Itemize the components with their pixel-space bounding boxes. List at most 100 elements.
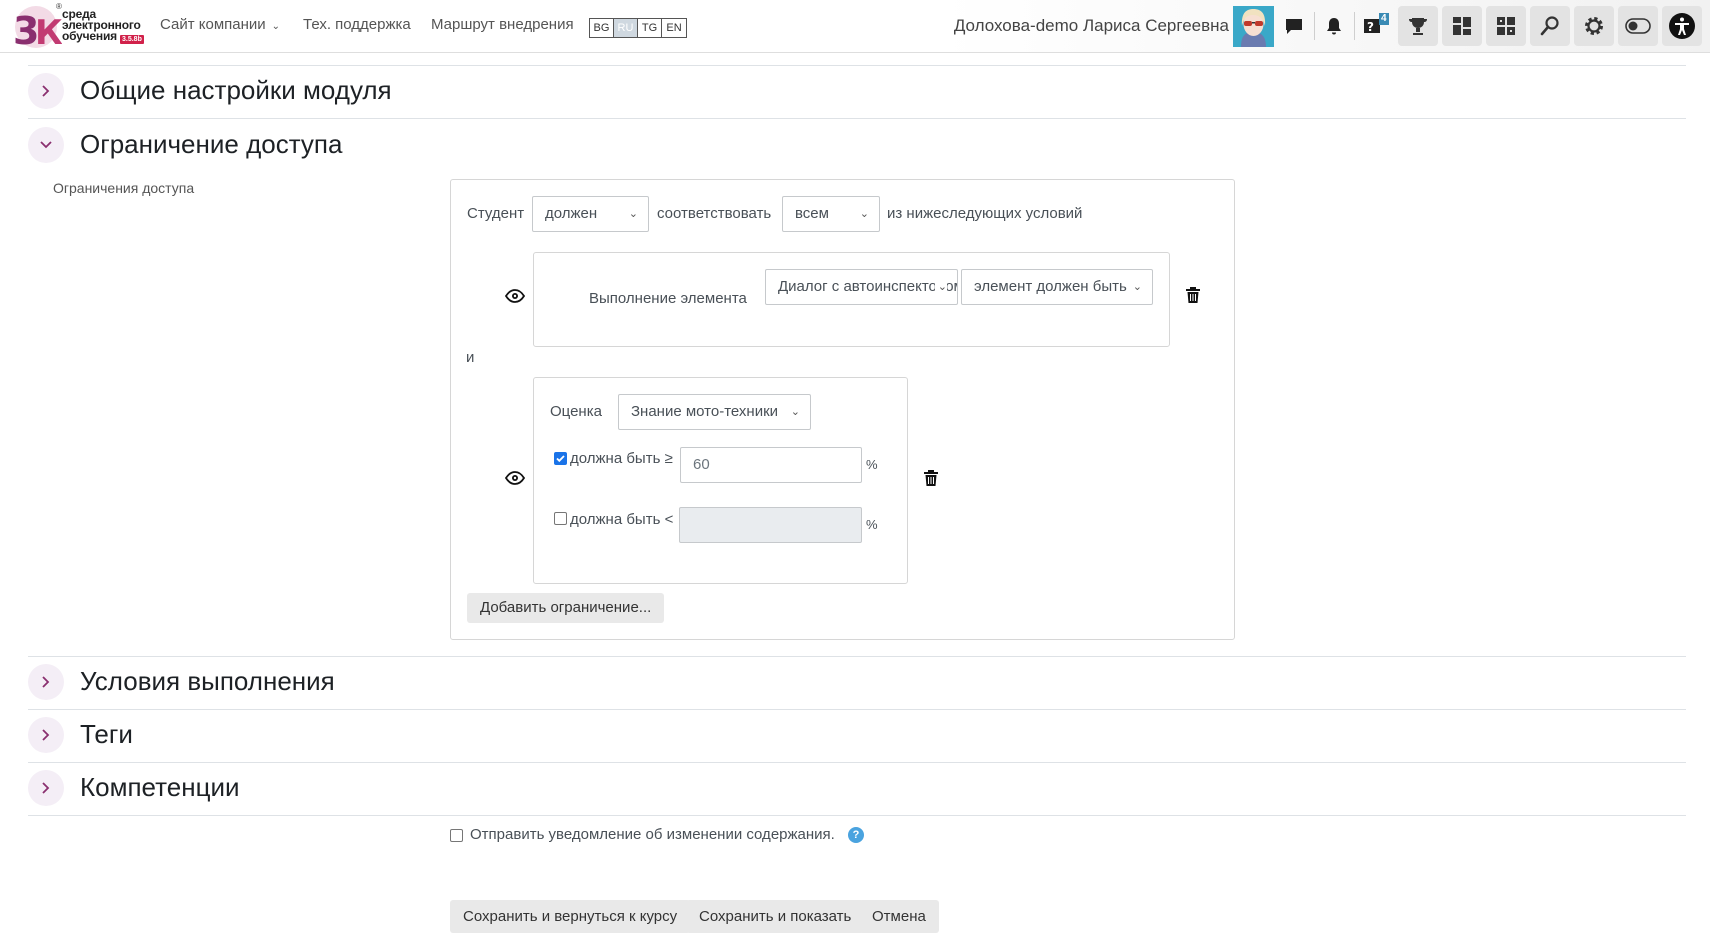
toggle-icon <box>1625 18 1651 34</box>
chevron-right-icon <box>42 782 50 794</box>
and-label: и <box>466 349 475 366</box>
trash-icon <box>924 470 938 486</box>
lang-en[interactable]: EN <box>662 19 686 37</box>
help-icon[interactable]: ? <box>848 827 864 843</box>
notify-label: Отправить уведомление об изменении содер… <box>470 826 835 843</box>
lang-tg[interactable]: TG <box>638 19 662 37</box>
trash-icon <box>1186 287 1200 303</box>
must-select[interactable]: должен ⌄ <box>532 196 649 232</box>
checkmark-icon <box>556 455 565 463</box>
visibility-toggle-2[interactable] <box>504 469 526 492</box>
max-grade-checkbox[interactable] <box>554 512 567 525</box>
message-icon <box>1286 19 1302 34</box>
grade-item-select-value: Знание мото-техники <box>631 403 779 420</box>
logo-mark-icon: 3 К <box>13 6 62 52</box>
version-badge: 3.5.8b <box>120 35 144 44</box>
completion-state-select[interactable]: элемент должен быть ⌄ <box>961 269 1153 305</box>
avatar-image-icon <box>1233 6 1274 47</box>
delete-condition-1[interactable] <box>1185 286 1201 309</box>
section-title-tags[interactable]: Теги <box>80 719 133 750</box>
section-divider <box>28 656 1686 657</box>
activity-select-value: Диалог с автоинспектором <box>778 278 958 295</box>
nav-company-site-label: Сайт компании <box>160 16 266 33</box>
access-restrictions-label: Ограничения доступа <box>53 180 195 196</box>
notify-checkbox[interactable] <box>450 829 463 842</box>
completion-state-select-value: элемент должен быть <box>974 278 1127 295</box>
eye-icon <box>504 289 526 303</box>
add-restriction-button[interactable]: Добавить ограничение... <box>467 593 665 623</box>
user-name[interactable]: Долохова-demo Лариса Сергеевна <box>954 16 1229 36</box>
match-label: соответствовать <box>657 205 772 222</box>
top-navbar: 3 К ® среда электронного обучения 3.5.8b… <box>0 0 1710 53</box>
match-all-select[interactable]: всем ⌄ <box>782 196 880 232</box>
activity-select[interactable]: Диалог с автоинспектором ⌄ <box>765 269 958 305</box>
min-grade-checkbox[interactable] <box>554 452 567 465</box>
chevron-down-icon: ⌄ <box>271 21 281 32</box>
min-percent-label: % <box>866 457 878 472</box>
nav-implementation-route[interactable]: Маршрут внедрения <box>431 16 574 33</box>
chevron-right-icon <box>42 729 50 741</box>
save-and-return-button[interactable]: Сохранить и вернуться к курсу <box>450 900 691 933</box>
messages-button[interactable] <box>1274 6 1314 46</box>
toggle-tags[interactable] <box>28 717 64 753</box>
questions-button[interactable]: ? <box>1354 6 1394 46</box>
section-divider <box>28 118 1686 119</box>
save-and-display-button[interactable]: Сохранить и показать <box>686 900 865 933</box>
accessibility-button[interactable] <box>1662 6 1702 46</box>
site-logo[interactable]: 3 К ® среда электронного обучения 3.5.8b <box>10 2 145 52</box>
grade-label: Оценка <box>550 403 602 420</box>
chevron-down-icon: ⌄ <box>787 395 800 429</box>
toggle-competencies[interactable] <box>28 770 64 806</box>
settings-button[interactable] <box>1574 6 1614 46</box>
notifications-button[interactable] <box>1314 6 1354 46</box>
nav-company-site[interactable]: Сайт компании ⌄ <box>160 16 280 33</box>
chevron-down-icon <box>40 141 52 149</box>
section-divider <box>28 709 1686 710</box>
trophy-icon <box>1409 18 1427 35</box>
eye-icon <box>504 471 526 485</box>
nav-tech-support[interactable]: Тех. поддержка <box>303 16 411 33</box>
toggle-access-restriction[interactable] <box>28 127 64 163</box>
min-grade-input[interactable]: 60 <box>680 447 862 483</box>
section-divider <box>28 815 1686 816</box>
activity-completion-label: Выполнение элемента <box>589 290 747 307</box>
max-grade-input[interactable] <box>679 507 862 543</box>
toggle-general-settings[interactable] <box>28 73 64 109</box>
section-title-access[interactable]: Ограничение доступа <box>80 129 342 160</box>
cancel-button[interactable]: Отмена <box>859 900 939 933</box>
accessibility-icon <box>1669 13 1695 39</box>
section-title-competencies[interactable]: Компетенции <box>80 772 240 803</box>
search-button[interactable] <box>1530 6 1570 46</box>
delete-condition-2[interactable] <box>923 469 939 492</box>
achievements-button[interactable] <box>1398 6 1438 46</box>
svg-text:К: К <box>35 13 62 52</box>
gear-icon <box>1585 17 1603 35</box>
chevron-down-icon: ⌄ <box>934 270 947 304</box>
dashboard-icon <box>1453 17 1471 35</box>
grade-item-select[interactable]: Знание мото-техники ⌄ <box>618 394 811 430</box>
section-title-completion[interactable]: Условия выполнения <box>80 666 335 697</box>
lang-bg[interactable]: BG <box>590 19 614 37</box>
modules-button[interactable] <box>1486 6 1526 46</box>
max-percent-label: % <box>866 517 878 532</box>
conditions-label: из нижеследующих условий <box>887 205 1083 222</box>
chevron-right-icon <box>42 676 50 688</box>
visibility-toggle-1[interactable] <box>504 287 526 310</box>
section-title-general[interactable]: Общие настройки модуля <box>80 75 392 106</box>
max-grade-label: должна быть < <box>570 511 674 528</box>
toggle-completion-conditions[interactable] <box>28 664 64 700</box>
lang-ru[interactable]: RU <box>614 19 638 37</box>
language-switcher: BG RU TG EN <box>589 18 687 38</box>
theme-toggle-button[interactable] <box>1618 6 1658 46</box>
must-select-value: должен <box>545 205 598 222</box>
puzzle-icon <box>1497 17 1515 35</box>
student-label: Студент <box>467 205 525 222</box>
section-divider <box>28 65 1686 66</box>
min-grade-label: должна быть ≥ <box>570 450 673 467</box>
match-all-select-value: всем <box>795 205 829 222</box>
dashboard-button[interactable] <box>1442 6 1482 46</box>
avatar[interactable] <box>1233 6 1274 47</box>
section-divider <box>28 762 1686 763</box>
search-icon <box>1540 16 1559 36</box>
chevron-down-icon: ⌄ <box>859 208 869 220</box>
